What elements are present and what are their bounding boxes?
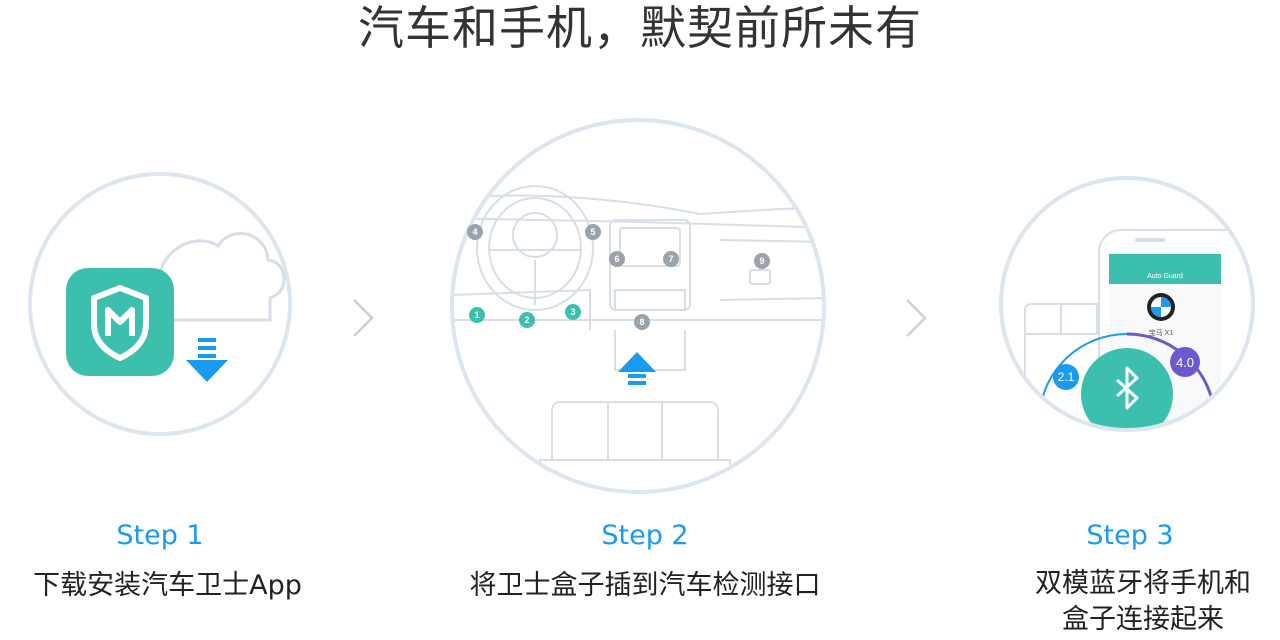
step-2-illustration: 1 2 3 4 5 6 7 8 9: [440, 110, 840, 510]
step-1-illustration: [20, 170, 300, 450]
bt-version-right: 4.0: [1170, 347, 1200, 377]
marker-3: 3: [570, 307, 575, 317]
marker-2: 2: [524, 315, 529, 325]
bt-version-left: 2.1: [1053, 364, 1079, 390]
marker-1: 1: [474, 310, 479, 320]
chevron-right-icon: [903, 298, 929, 342]
marker-4: 4: [472, 227, 477, 237]
app-icon: [66, 268, 174, 376]
chevron-right-icon: [350, 298, 376, 342]
step-2-description: 将卫士盒子插到汽车检测接口: [469, 570, 821, 601]
step-1-description: 下载安装汽车卫士App: [33, 570, 302, 601]
marker-5: 5: [590, 227, 595, 237]
svg-text:2.1: 2.1: [1058, 370, 1075, 384]
step-3-desc-line-2: 盒子连接起来: [1062, 604, 1224, 635]
page-title: 汽车和手机，默契前所未有: [358, 1, 922, 55]
marker-7: 7: [668, 254, 673, 264]
marker-6: 6: [614, 254, 619, 264]
step-2-label: Step 2: [601, 520, 689, 551]
step-3-illustration: Auto Guard 宝马 X1 2.1 4.0: [995, 172, 1265, 442]
car-logo-icon: [1147, 293, 1175, 321]
phone-app-title: Auto Guard: [1147, 273, 1183, 280]
svg-text:4.0: 4.0: [1176, 355, 1194, 370]
step-3-desc-line-1: 双模蓝牙将手机和: [1035, 568, 1251, 599]
step-3-label: Step 3: [1086, 520, 1174, 551]
marker-9: 9: [759, 256, 764, 266]
page: 汽车和手机，默契前所未有 1 2 3 4 5 6 7 8 9 Auto Guar…: [0, 0, 1280, 640]
step-1-label: Step 1: [116, 520, 204, 551]
phone-car-name: 宝马 X1: [1149, 328, 1174, 337]
marker-8: 8: [639, 317, 644, 327]
step-3-description: 双模蓝牙将手机和 盒子连接起来: [1010, 566, 1276, 638]
